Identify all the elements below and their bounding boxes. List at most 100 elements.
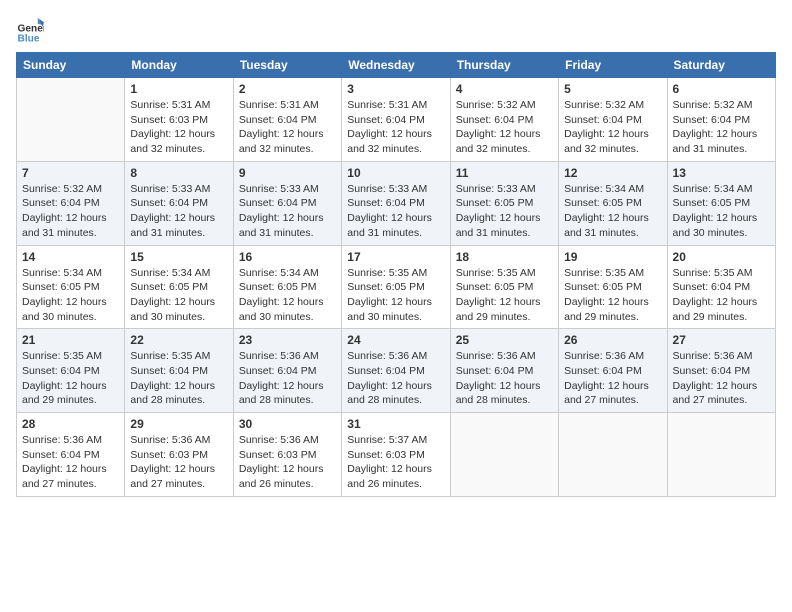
sunrise-label: Sunrise: 5:35 AM [564,267,644,279]
day-info: Sunrise: 5:35 AMSunset: 6:04 PMDaylight:… [22,349,119,408]
column-header-thursday: Thursday [450,53,558,78]
sunset-label: Sunset: 6:04 PM [22,449,100,461]
sunrise-label: Sunrise: 5:36 AM [130,434,210,446]
day-info: Sunrise: 5:32 AMSunset: 6:04 PMDaylight:… [22,182,119,241]
day-number: 30 [239,417,336,431]
sunrise-label: Sunrise: 5:34 AM [673,183,753,195]
calendar-cell: 25Sunrise: 5:36 AMSunset: 6:04 PMDayligh… [450,329,558,413]
sunrise-label: Sunrise: 5:36 AM [22,434,102,446]
day-number: 26 [564,333,661,347]
calendar-cell: 24Sunrise: 5:36 AMSunset: 6:04 PMDayligh… [342,329,450,413]
calendar-cell: 19Sunrise: 5:35 AMSunset: 6:05 PMDayligh… [559,245,667,329]
sunrise-label: Sunrise: 5:33 AM [239,183,319,195]
calendar-week-row: 7Sunrise: 5:32 AMSunset: 6:04 PMDaylight… [17,161,776,245]
column-header-monday: Monday [125,53,233,78]
day-info: Sunrise: 5:33 AMSunset: 6:05 PMDaylight:… [456,182,553,241]
sunset-label: Sunset: 6:04 PM [22,197,100,209]
sunrise-label: Sunrise: 5:35 AM [456,267,536,279]
sunrise-label: Sunrise: 5:36 AM [456,350,536,362]
calendar-cell: 23Sunrise: 5:36 AMSunset: 6:04 PMDayligh… [233,329,341,413]
day-info: Sunrise: 5:34 AMSunset: 6:05 PMDaylight:… [22,266,119,325]
day-number: 19 [564,250,661,264]
daylight-label: Daylight: 12 hours and 32 minutes. [130,128,215,155]
calendar-cell: 29 Sunrise: 5:36 AMSunset: 6:03 PMDayligh… [125,413,233,497]
daylight-label: Daylight: 12 hours and 30 minutes. [239,296,324,323]
sunset-label: Sunset: 6:05 PM [22,281,100,293]
sunrise-label: Sunrise: 5:35 AM [673,267,753,279]
sunrise-label: Sunrise: 5:35 AM [130,350,210,362]
sunrise-label: Sunrise: 5:33 AM [130,183,210,195]
sunrise-label: Sunrise: 5:32 AM [456,99,536,111]
day-info: Sunrise: 5:32 AMSunset: 6:04 PMDaylight:… [456,98,553,157]
daylight-label: Daylight: 12 hours and 27 minutes. [130,463,215,490]
day-info: Sunrise: 5:31 AMSunset: 6:04 PMDaylight:… [239,98,336,157]
day-number: 20 [673,250,770,264]
calendar-cell: 2Sunrise: 5:31 AMSunset: 6:04 PMDaylight… [233,78,341,162]
daylight-label: Daylight: 12 hours and 29 minutes. [456,296,541,323]
day-info: Sunrise: 5:36 AMSunset: 6:03 PMDaylight:… [130,433,227,492]
calendar-body: 1 Sunrise: 5:31 AM Sunset: 6:03 PM Daylight… [17,78,776,497]
calendar-cell [667,413,775,497]
calendar-cell: 21 Sunrise: 5:35 AMSunset: 6:04 PMDayligh… [17,329,125,413]
sunrise-label: Sunrise: 5:36 AM [239,350,319,362]
day-number: 8 [130,166,227,180]
daylight-label: Daylight: 12 hours and 32 minutes. [564,128,649,155]
calendar-week-row: 14 Sunrise: 5:34 AM Sunset: 6:05 PM Dayligh… [17,245,776,329]
sunset-label: Sunset: 6:05 PM [456,197,534,209]
daylight-label: Daylight: 12 hours and 30 minutes. [130,296,215,323]
logo-icon: General Blue [16,16,44,44]
sunrise-label: Sunrise: 5:31 AM [239,99,319,111]
day-info: Sunrise: 5:36 AMSunset: 6:03 PMDaylight:… [239,433,336,492]
daylight-label: Daylight: 12 hours and 27 minutes. [564,380,649,407]
day-number: 15 [130,250,227,264]
daylight-label: Daylight: 12 hours and 32 minutes. [456,128,541,155]
day-number: 14 [22,250,119,264]
day-info: Sunrise: 5:35 AMSunset: 6:04 PMDaylight:… [130,349,227,408]
column-header-wednesday: Wednesday [342,53,450,78]
day-number: 29 [130,417,227,431]
calendar-cell [450,413,558,497]
day-info: Sunrise: 5:31 AMSunset: 6:04 PMDaylight:… [347,98,444,157]
calendar-cell [559,413,667,497]
day-number: 2 [239,82,336,96]
sunrise-label: Sunrise: 5:36 AM [564,350,644,362]
sunrise-label: Sunrise: 5:32 AM [564,99,644,111]
day-number: 21 [22,333,119,347]
calendar-cell [17,78,125,162]
daylight-label: Daylight: 12 hours and 29 minutes. [564,296,649,323]
day-info: Sunrise: 5:33 AMSunset: 6:04 PMDaylight:… [239,182,336,241]
day-info: Sunrise: 5:32 AMSunset: 6:04 PMDaylight:… [564,98,661,157]
day-info: Sunrise: 5:34 AM Sunset: 6:05 PM Daylight:… [673,182,770,241]
sunset-label: Sunset: 6:04 PM [456,365,534,377]
sunset-label: Sunset: 6:04 PM [239,114,317,126]
calendar-cell: 8Sunrise: 5:33 AMSunset: 6:04 PMDaylight… [125,161,233,245]
daylight-label: Daylight: 12 hours and 31 minutes. [22,212,107,239]
sunrise-label: Sunrise: 5:36 AM [673,350,753,362]
column-header-saturday: Saturday [667,53,775,78]
calendar-cell: 3 Sunrise: 5:31 AMSunset: 6:04 PMDaylight… [342,78,450,162]
sunrise-label: Sunrise: 5:34 AM [22,267,102,279]
sunset-label: Sunset: 6:05 PM [130,281,208,293]
sunset-label: Sunset: 6:04 PM [22,365,100,377]
calendar-cell: 17Sunrise: 5:35 AMSunset: 6:05 PMDayligh… [342,245,450,329]
sunset-label: Sunset: 6:05 PM [673,197,751,209]
calendar-cell: 22Sunrise: 5:35 AMSunset: 6:04 PMDayligh… [125,329,233,413]
svg-text:Blue: Blue [18,34,40,44]
sunset-label: Sunset: 6:05 PM [239,281,317,293]
calendar-cell: 10Sunrise: 5:33 AMSunset: 6:04 PMDayligh… [342,161,450,245]
day-number: 3 [347,82,444,96]
day-info: Sunrise: 5:35 AMSunset: 6:05 PMDaylight:… [456,266,553,325]
daylight-label: Daylight: 12 hours and 30 minutes. [673,212,758,239]
daylight-label: Daylight: 12 hours and 26 minutes. [239,463,324,490]
calendar-cell: 28Sunrise: 5:36 AMSunset: 6:04 PMDayligh… [17,413,125,497]
calendar-cell: 12Sunrise: 5:34 AMSunset: 6:05 PMDayligh… [559,161,667,245]
daylight-label: Daylight: 12 hours and 27 minutes. [22,463,107,490]
day-number: 1 [130,82,227,96]
page-header: General Blue [16,16,776,44]
calendar-week-row: 21Sunrise: 5:35 AMSunset: 6:04 PMDayligh… [17,329,776,413]
daylight-label: Daylight: 12 hours and 31 minutes. [564,212,649,239]
sunset-label: Sunset: 6:03 PM [239,449,317,461]
calendar-cell: 16Sunrise: 5:34 AMSunset: 6:05 PMDayligh… [233,245,341,329]
calendar-cell: 30 Sunrise: 5:36 AMSunset: 6:03 PMDayligh… [233,413,341,497]
daylight-label: Daylight: 12 hours and 28 minutes. [239,380,324,407]
